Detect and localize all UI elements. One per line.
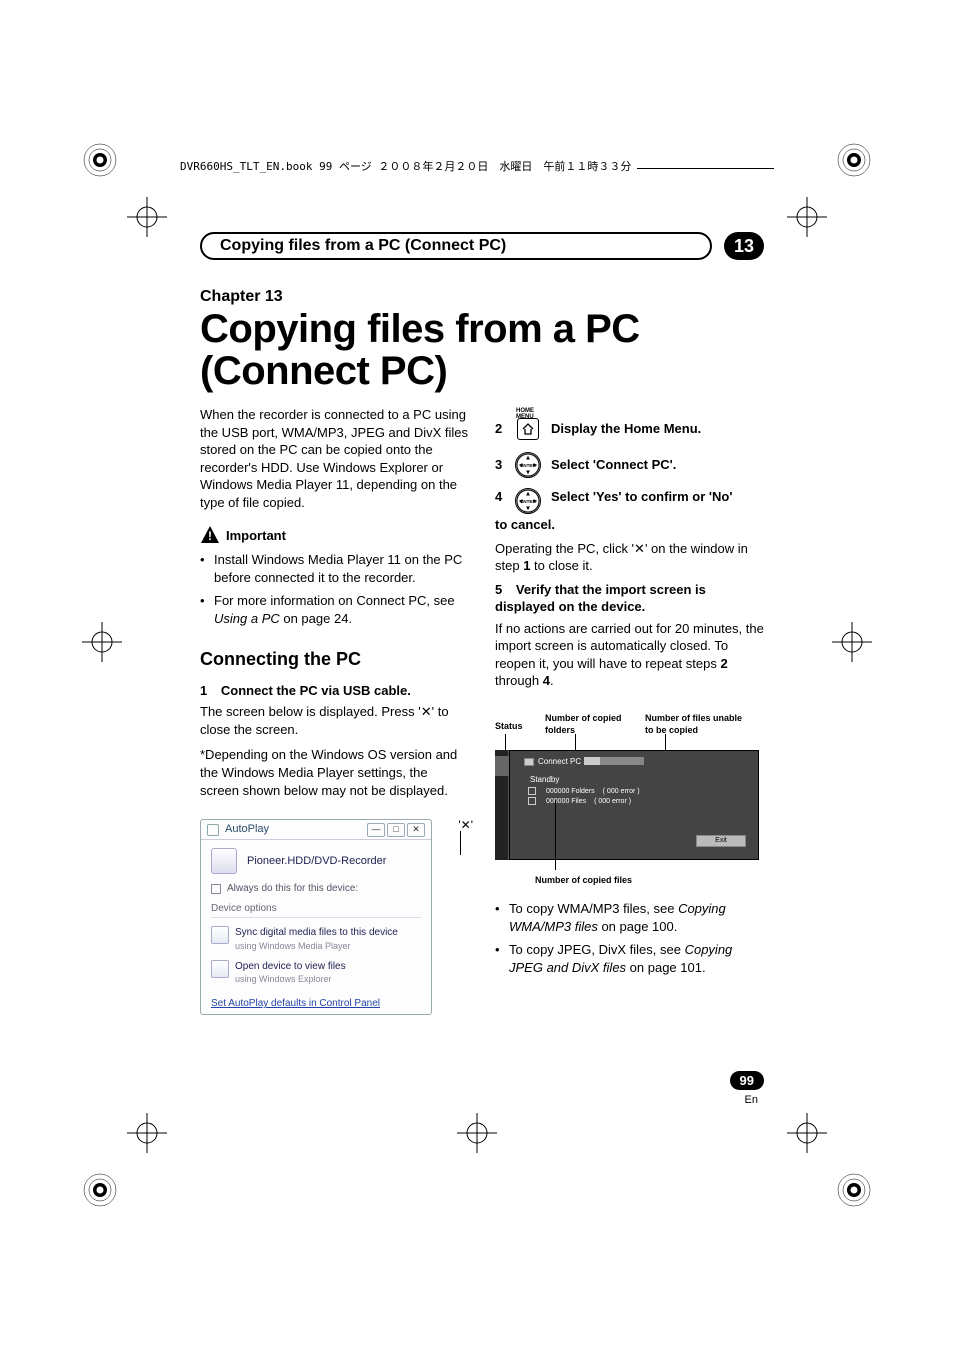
sync-icon (211, 926, 229, 944)
autoplay-defaults-link[interactable]: Set AutoPlay defaults in Control Panel (211, 997, 421, 1011)
always-label: Always do this for this device: (227, 882, 358, 896)
standby-label: Standby (530, 775, 559, 786)
page-number-badge: 99 (730, 1071, 764, 1090)
minimize-button[interactable]: — (367, 823, 385, 837)
folder-icon (211, 960, 229, 978)
step-number: 5 (495, 582, 502, 597)
title-line-2: (Connect PC) (200, 349, 447, 393)
step-text: Connect the PC via USB cable. (221, 683, 411, 698)
step1-desc: The screen below is displayed. Press '✕'… (200, 703, 469, 738)
leader-line (555, 800, 556, 870)
title-line-1: Copying files from a PC (200, 307, 640, 351)
autoplay-window: AutoPlay — □ ✕ Pioneer.HDD/DVD-Recorder (200, 819, 432, 1015)
register-cross-icon (125, 1111, 169, 1155)
pill-close-icon (698, 232, 716, 260)
enter-icon: ENTER (515, 488, 541, 514)
register-cross-icon (830, 620, 874, 664)
autoplay-option-open[interactable]: Open device to view files using Windows … (211, 956, 421, 990)
language-label: En (745, 1094, 758, 1106)
leader-line (460, 831, 461, 855)
step-text: Display the Home Menu. (551, 420, 764, 438)
diagram-label-copied-folders: Number of copied folders (545, 712, 635, 736)
diagram-label-unable: Number of files unable to be copied (645, 712, 745, 736)
progress-bar (584, 757, 644, 765)
close-button[interactable]: ✕ (407, 823, 425, 837)
chapter-header-bar: Copying files from a PC (Connect PC) 13 (200, 232, 764, 260)
always-checkbox[interactable] (211, 884, 221, 894)
step-text: Verify that the import screen is display… (495, 582, 706, 615)
crop-mark-icon (80, 140, 120, 180)
book-header-label: DVR660HS_TLT_EN.book 99 ページ ２００８年２月２０日 水… (180, 158, 637, 174)
chapter-label: Chapter 13 (200, 288, 764, 306)
connect-pc-screen: Connect PC Standby 000000 Folders( 000 e… (509, 750, 759, 860)
pc-icon (524, 758, 534, 766)
chapter-bar-title: Copying files from a PC (Connect PC) (220, 237, 506, 255)
crop-mark-icon (834, 140, 874, 180)
register-cross-icon (785, 195, 829, 239)
warning-icon: ! (200, 525, 220, 545)
home-menu-icon: HOME MENU (517, 418, 539, 440)
intro-text: When the recorder is connected to a PC u… (200, 406, 469, 511)
step4-desc: Operating the PC, click '✕' on the windo… (495, 540, 764, 575)
important-label: Important (226, 527, 286, 545)
step-text: Select 'Connect PC'. (551, 456, 764, 474)
folder-icon (528, 787, 536, 795)
enter-icon: ENTER (515, 452, 541, 478)
page-title: Copying files from a PC (Connect PC) (200, 308, 764, 392)
connect-pc-diagram: Status Number of copied folders Number o… (495, 710, 764, 870)
diagram-label-copied-files: Number of copied files (535, 874, 764, 886)
file-icon (528, 797, 536, 805)
step-number: 1 (200, 683, 207, 698)
tail-bullet: To copy JPEG, DivX files, see Copying JP… (495, 941, 764, 976)
crop-mark-icon (834, 1170, 874, 1210)
register-cross-icon (785, 1111, 829, 1155)
exit-button[interactable]: Exit (696, 835, 746, 847)
connecting-heading: Connecting the PC (200, 647, 469, 671)
important-bullet: For more information on Connect PC, see … (200, 592, 469, 627)
screen-sidebar (495, 750, 509, 860)
step-number: 4 (495, 488, 505, 506)
close-x-glyph: ✕ (421, 704, 432, 719)
chapter-number-badge: 13 (724, 232, 764, 260)
important-bullet: Install Windows Media Player 11 on the P… (200, 551, 469, 586)
step5-desc: If no actions are carried out for 20 min… (495, 620, 764, 690)
step4-continuation: to cancel. (495, 516, 764, 534)
autoplay-app-icon (207, 824, 219, 836)
register-cross-icon (80, 620, 124, 664)
register-cross-icon (125, 195, 169, 239)
autoplay-option-sync[interactable]: Sync digital media files to this device … (211, 922, 421, 956)
step-number: 2 (495, 420, 505, 438)
device-options-label: Device options (211, 902, 421, 919)
pill-open-icon (200, 232, 214, 260)
autoplay-title: AutoPlay (225, 822, 361, 837)
device-icon (211, 848, 237, 874)
step-text: Select 'Yes' to confirm or 'No' (551, 488, 764, 506)
crop-mark-icon (80, 1170, 120, 1210)
step-number: 3 (495, 456, 505, 474)
device-name: Pioneer.HDD/DVD-Recorder (247, 854, 386, 869)
tail-bullet: To copy WMA/MP3 files, see Copying WMA/M… (495, 900, 764, 935)
maximize-button[interactable]: □ (387, 823, 405, 837)
diagram-label-status: Status (495, 720, 523, 732)
register-cross-icon (455, 1111, 499, 1155)
star-note: *Depending on the Windows OS version and… (200, 746, 469, 799)
svg-text:!: ! (208, 529, 212, 543)
